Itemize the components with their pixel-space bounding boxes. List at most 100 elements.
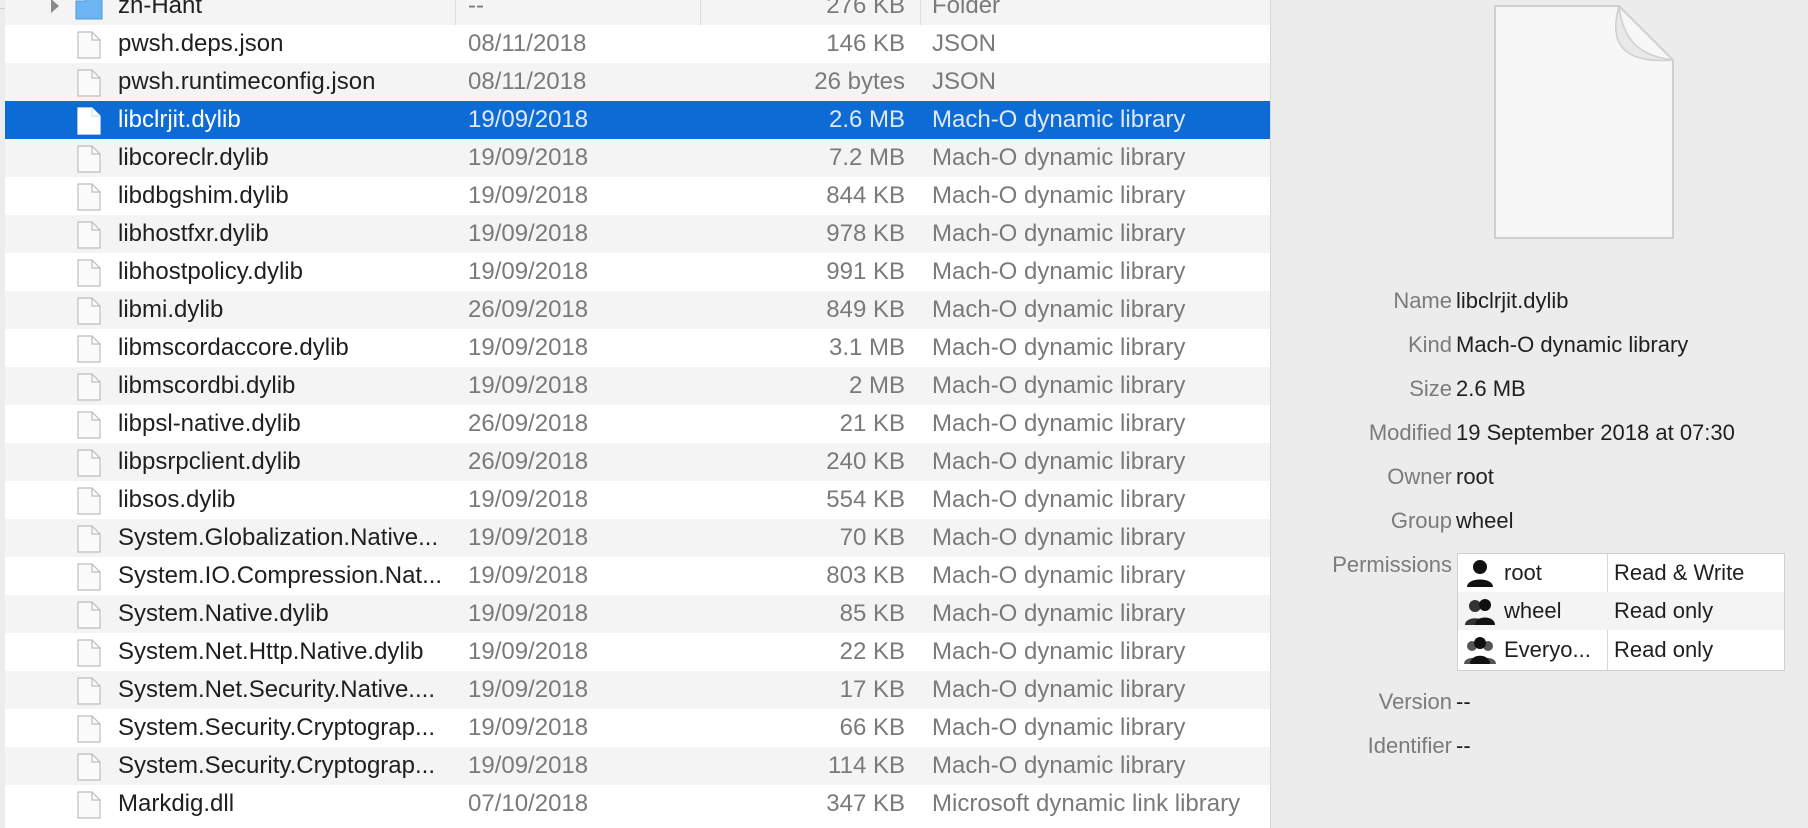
document-preview-icon xyxy=(1494,5,1674,239)
single-user-icon xyxy=(1467,560,1493,587)
info-owner-label: Owner xyxy=(1387,464,1452,489)
file-row[interactable]: libdbgshim.dylib 19/09/2018 844 KB Mach-O d… xyxy=(5,177,1270,215)
column-divider[interactable] xyxy=(455,0,456,25)
file-size: 2 MB xyxy=(848,372,905,399)
file-date-modified: 19/09/2018 xyxy=(468,676,589,703)
info-identifier-row: Identifier -- xyxy=(1271,728,1808,764)
file-name: libclrjit.dylib xyxy=(118,106,241,133)
file-name: pwsh.runtimeconfig.json xyxy=(118,68,376,95)
file-row[interactable]: System.Net.Security.Native.... 19/09/2018… xyxy=(5,671,1270,709)
file-name: libsos.dylib xyxy=(118,486,236,513)
file-name: libcoreclr.dylib xyxy=(118,144,269,171)
disclosure-triangle-icon[interactable] xyxy=(45,0,65,25)
file-size: 66 KB xyxy=(839,714,905,741)
file-size: 21 KB xyxy=(839,410,905,437)
file-kind: Mach-O dynamic library xyxy=(932,600,1186,627)
file-row[interactable]: libmscordbi.dylib 19/09/2018 2 MB Mach-O dy… xyxy=(5,367,1270,405)
info-version-label: Version xyxy=(1378,689,1452,714)
file-row[interactable]: pwsh.runtimeconfig.json 08/11/2018 26 byte… xyxy=(5,63,1270,101)
file-date-modified: 19/09/2018 xyxy=(468,106,589,133)
file-row[interactable]: libmi.dylib 26/09/2018 849 KB Mach-O dynami… xyxy=(5,291,1270,329)
info-group-row: Group wheel xyxy=(1271,503,1808,539)
file-size: 114 KB xyxy=(828,752,905,779)
file-kind: Mach-O dynamic library xyxy=(932,144,1186,171)
permission-row[interactable]: wheel Read only xyxy=(1458,592,1784,630)
file-row[interactable]: System.Security.Cryptograp... 19/09/2018 1… xyxy=(5,747,1270,785)
file-kind: Mach-O dynamic library xyxy=(932,258,1186,285)
document-icon xyxy=(77,677,101,705)
file-size: 85 KB xyxy=(839,600,905,627)
file-kind: Mach-O dynamic library xyxy=(932,448,1186,475)
permission-access[interactable]: Read & Write xyxy=(1614,554,1744,592)
file-date-modified: 08/11/2018 xyxy=(468,68,587,95)
document-icon xyxy=(77,449,101,477)
file-row[interactable]: libpsl-native.dylib 26/09/2018 21 KB Mach-O… xyxy=(5,405,1270,443)
file-kind: Mach-O dynamic library xyxy=(932,486,1186,513)
file-size: 554 KB xyxy=(826,486,905,513)
file-date-modified: 19/09/2018 xyxy=(468,638,589,665)
document-icon xyxy=(77,107,101,135)
file-row[interactable]: libhostpolicy.dylib 19/09/2018 991 KB Mach-… xyxy=(5,253,1270,291)
file-row[interactable]: libpsrpclient.dylib 26/09/2018 240 KB Mach-… xyxy=(5,443,1270,481)
file-date-modified: 19/09/2018 xyxy=(468,714,589,741)
info-owner-value: root xyxy=(1456,464,1494,489)
column-divider[interactable] xyxy=(920,0,921,25)
file-size: 22 KB xyxy=(839,638,905,665)
file-size: 347 KB xyxy=(826,790,905,817)
file-name: libpsrpclient.dylib xyxy=(118,448,301,475)
file-row[interactable]: System.Globalization.Native... 19/09/2018… xyxy=(5,519,1270,557)
info-name-value: libclrjit.dylib xyxy=(1456,288,1569,313)
info-group-value: wheel xyxy=(1456,508,1514,533)
preview-panel: Name libclrjit.dylib Kind Mach-O dynamic… xyxy=(1271,0,1808,828)
file-name: Markdig.dll xyxy=(118,790,235,817)
info-size-row: Size 2.6 MB xyxy=(1271,371,1808,407)
file-name: libhostfxr.dylib xyxy=(118,220,269,247)
file-size: 849 KB xyxy=(826,296,905,323)
document-icon xyxy=(77,563,101,591)
document-icon xyxy=(77,373,101,401)
file-kind: Mach-O dynamic library xyxy=(932,752,1186,779)
document-icon xyxy=(77,525,101,553)
permission-access[interactable]: Read only xyxy=(1614,631,1713,669)
file-size: 3.1 MB xyxy=(828,334,905,361)
permission-row[interactable]: root Read & Write xyxy=(1458,554,1784,592)
info-modified-label: Modified xyxy=(1368,420,1452,445)
everyone-icon xyxy=(1464,637,1496,664)
file-row[interactable]: libcoreclr.dylib 19/09/2018 7.2 MB Mach-O d… xyxy=(5,139,1270,177)
file-row[interactable]: pwsh.deps.json 08/11/2018 146 KB JSON xyxy=(5,25,1270,63)
file-name: System.Globalization.Native... xyxy=(118,524,439,551)
file-kind: Mach-O dynamic library xyxy=(932,182,1186,209)
file-kind: Mach-O dynamic library xyxy=(932,296,1186,323)
permission-name: wheel xyxy=(1504,598,1562,623)
file-row[interactable]: Markdig.dll 07/10/2018 347 KB Microsoft dyn… xyxy=(5,785,1270,823)
document-icon xyxy=(77,69,101,97)
file-row[interactable]: System.Net.Http.Native.dylib 19/09/2018 22… xyxy=(5,633,1270,671)
file-date-modified: 19/09/2018 xyxy=(468,600,589,627)
permissions-table: root Read & Write wheel Read only Everyo… xyxy=(1457,553,1785,671)
file-row[interactable]: System.IO.Compression.Nat... 19/09/2018 80… xyxy=(5,557,1270,595)
info-kind-value: Mach-O dynamic library xyxy=(1456,332,1689,357)
file-name: System.Native.dylib xyxy=(118,600,329,627)
file-row[interactable]: System.Security.Cryptograp... 19/09/2018 6… xyxy=(5,709,1270,747)
file-row-selected[interactable]: libclrjit.dylib 19/09/2018 2.6 MB Mach-O dy… xyxy=(5,101,1270,139)
file-row[interactable]: libsos.dylib 19/09/2018 554 KB Mach-O dynam… xyxy=(5,481,1270,519)
file-kind: Mach-O dynamic library xyxy=(932,106,1186,133)
folder-row[interactable]: zh-Hant -- 276 KB Folder xyxy=(5,0,1270,25)
document-icon xyxy=(77,791,101,819)
permission-name: root xyxy=(1504,560,1542,585)
file-row[interactable]: libmscordaccore.dylib 19/09/2018 3.1 MB Mac… xyxy=(5,329,1270,367)
permission-row[interactable]: Everyo... Read only xyxy=(1458,631,1784,669)
document-icon xyxy=(77,487,101,515)
column-divider[interactable] xyxy=(700,0,701,25)
permission-access[interactable]: Read only xyxy=(1614,592,1713,630)
info-size-value: 2.6 MB xyxy=(1456,376,1526,401)
file-date-modified: 19/09/2018 xyxy=(468,144,589,171)
document-icon xyxy=(77,259,101,287)
file-row[interactable]: libhostfxr.dylib 19/09/2018 978 KB Mach-O d… xyxy=(5,215,1270,253)
file-date-modified: 19/09/2018 xyxy=(468,524,589,551)
document-icon xyxy=(77,145,101,173)
file-date-modified: 19/09/2018 xyxy=(468,752,589,779)
info-name-label: Name xyxy=(1393,288,1452,313)
file-row[interactable]: System.Native.dylib 19/09/2018 85 KB Mach-O… xyxy=(5,595,1270,633)
info-identifier-value: -- xyxy=(1456,733,1471,758)
